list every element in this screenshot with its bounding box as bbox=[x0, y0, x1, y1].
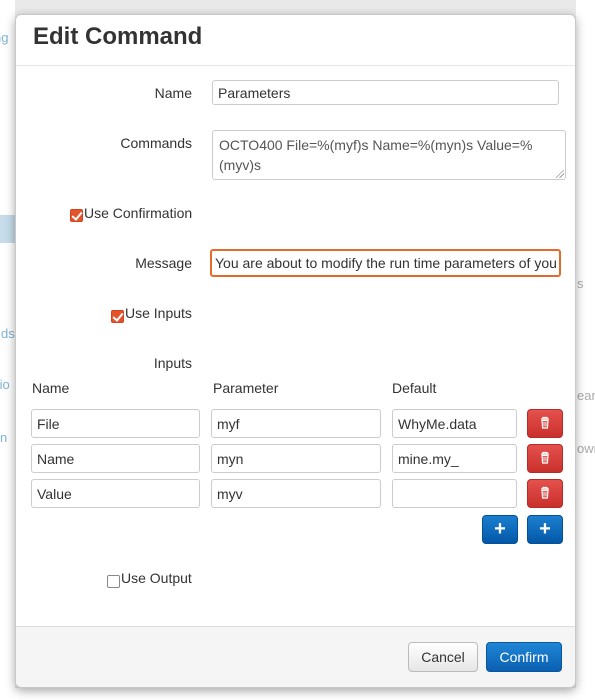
use-confirmation-label: Use Confirmation bbox=[84, 205, 193, 221]
dialog-footer: Cancel Confirm bbox=[16, 626, 575, 687]
input-default-field[interactable] bbox=[392, 409, 517, 438]
background-fragment: ds bbox=[1, 326, 15, 341]
delete-input-button[interactable] bbox=[527, 409, 563, 438]
name-label: Name bbox=[154, 85, 192, 101]
background-fragment: own bbox=[577, 441, 595, 456]
background-fragment: n bbox=[0, 430, 8, 445]
add-input-button[interactable]: + bbox=[527, 515, 563, 544]
trash-icon bbox=[541, 451, 549, 464]
column-header-name: Name bbox=[32, 380, 70, 396]
input-default-field[interactable] bbox=[392, 444, 517, 473]
background-fragment: tio bbox=[0, 377, 10, 392]
column-header-default: Default bbox=[392, 380, 437, 396]
dialog-header: Edit Command bbox=[16, 15, 575, 66]
use-output-checkbox[interactable] bbox=[107, 575, 120, 588]
edit-command-dialog: Edit Command Name Commands OCTO400 File=… bbox=[15, 14, 576, 688]
commands-label: Commands bbox=[120, 135, 192, 151]
use-inputs-checkbox[interactable] bbox=[111, 310, 124, 323]
confirm-button[interactable]: Confirm bbox=[486, 642, 562, 672]
dialog-title: Edit Command bbox=[33, 23, 203, 50]
use-inputs-label: Use Inputs bbox=[125, 305, 192, 321]
plus-icon: + bbox=[539, 518, 551, 540]
trash-icon bbox=[541, 486, 549, 499]
input-name-field[interactable] bbox=[31, 479, 200, 508]
input-default-field[interactable] bbox=[392, 479, 517, 508]
background-fragment: s bbox=[577, 276, 584, 291]
input-parameter-field[interactable] bbox=[211, 444, 381, 473]
input-name-field[interactable] bbox=[31, 409, 200, 438]
delete-input-button[interactable] bbox=[527, 479, 563, 508]
message-input[interactable] bbox=[210, 249, 561, 277]
background-fragment: ng bbox=[0, 30, 9, 45]
inputs-label: Inputs bbox=[153, 355, 192, 371]
commands-textarea[interactable]: OCTO400 File=%(myf)s Name=%(myn)s Value=… bbox=[212, 130, 566, 180]
trash-icon bbox=[541, 416, 549, 429]
cancel-button[interactable]: Cancel bbox=[408, 642, 478, 672]
input-parameter-field[interactable] bbox=[211, 479, 381, 508]
column-header-parameter: Parameter bbox=[213, 380, 279, 396]
commands-field-wrapper: OCTO400 File=%(myf)s Name=%(myn)s Value=… bbox=[212, 130, 566, 180]
input-parameter-field[interactable] bbox=[211, 409, 381, 438]
delete-input-button[interactable] bbox=[527, 444, 563, 473]
message-label: Message bbox=[135, 255, 192, 271]
resize-grip-icon[interactable] bbox=[556, 170, 564, 178]
use-confirmation-checkbox[interactable] bbox=[70, 209, 83, 222]
add-input-button[interactable]: + bbox=[482, 515, 518, 544]
name-input[interactable] bbox=[212, 80, 559, 105]
background-fragment: ear bbox=[577, 388, 595, 403]
plus-icon: + bbox=[494, 518, 506, 540]
use-output-label: Use Output bbox=[121, 570, 192, 586]
input-name-field[interactable] bbox=[31, 444, 200, 473]
